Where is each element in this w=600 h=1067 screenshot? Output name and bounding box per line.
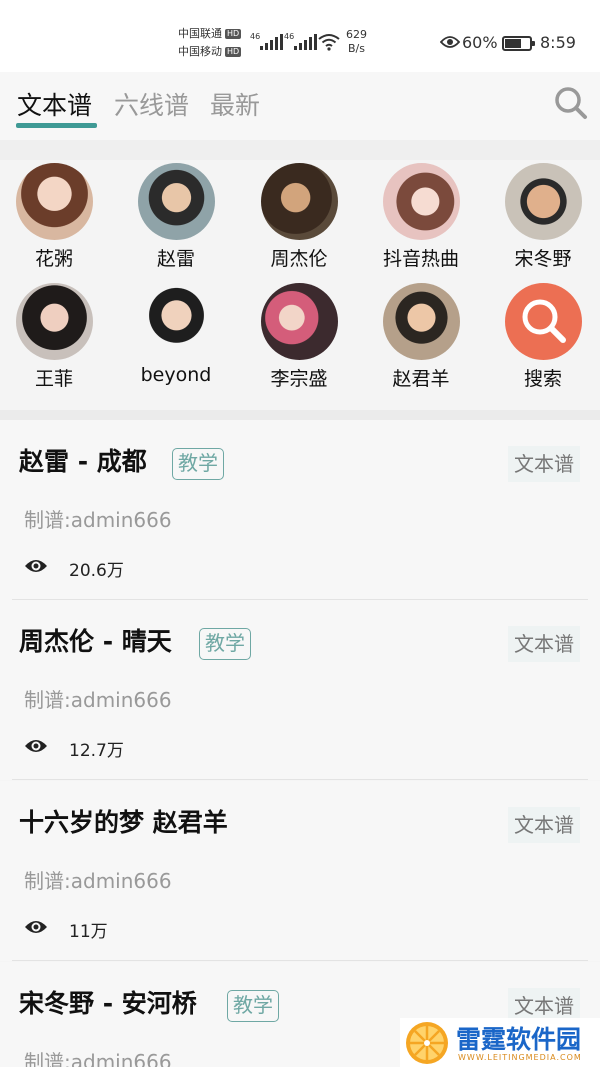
artist-name: 花粥 bbox=[34, 248, 73, 270]
teaching-tag: 教学 bbox=[227, 990, 279, 1022]
active-tab-indicator bbox=[16, 123, 97, 128]
network-speed: 629 B/s bbox=[346, 28, 367, 55]
artist-item[interactable]: 李宗盛 bbox=[249, 283, 349, 391]
header-divider bbox=[0, 140, 600, 160]
avatar bbox=[260, 163, 338, 240]
score-author: 制谱:admin666 bbox=[24, 688, 172, 712]
watermark-url: WWW.LEITINGMEDIA.COM bbox=[458, 1053, 582, 1062]
artist-name: 周杰伦 bbox=[270, 248, 328, 270]
song-title: 赵雷 - 成都 bbox=[19, 447, 147, 476]
avatar bbox=[137, 163, 215, 240]
song-title: 宋冬野 - 安河桥 bbox=[19, 989, 197, 1018]
eye-icon bbox=[25, 560, 47, 572]
watermark-text: 雷霆软件园 bbox=[456, 1025, 582, 1054]
tab-guitar-tab[interactable]: 六线谱 bbox=[114, 86, 189, 122]
artist-name: 搜索 bbox=[523, 368, 562, 390]
tab-text-score[interactable]: 文本谱 bbox=[17, 86, 92, 122]
artist-name: 李宗盛 bbox=[270, 368, 328, 390]
avatar bbox=[382, 283, 460, 360]
score-author: 制谱:admin666 bbox=[24, 508, 172, 532]
artist-name: beyond bbox=[140, 364, 212, 386]
hd-badge-1: HD bbox=[225, 29, 242, 39]
clock: 8:59 bbox=[540, 33, 576, 52]
song-list-item[interactable]: 周杰伦 - 晴天 教学 文本谱 制谱:admin666 12.7万 bbox=[0, 600, 600, 780]
artist-grid: 花粥 赵雷 周杰伦 抖音热曲 宋冬野 王菲 beyond 李宗盛 赵君羊 搜索 bbox=[0, 160, 600, 410]
avatar bbox=[382, 163, 460, 240]
avatar bbox=[137, 283, 215, 360]
battery-percent: 60% bbox=[462, 33, 498, 52]
watermark: 雷霆软件园 WWW.LEITINGMEDIA.COM bbox=[400, 1018, 600, 1067]
artist-item[interactable]: 赵君羊 bbox=[371, 283, 471, 391]
hd-badge-2: HD bbox=[225, 47, 242, 57]
artist-item[interactable]: 王菲 bbox=[4, 283, 104, 391]
song-title: 周杰伦 - 晴天 bbox=[19, 627, 172, 656]
avatar bbox=[15, 283, 93, 360]
eye-comfort-icon bbox=[440, 36, 460, 48]
teaching-tag: 教学 bbox=[199, 628, 251, 660]
orange-slice-logo-icon bbox=[406, 1022, 448, 1064]
score-author: 制谱:admin666 bbox=[24, 1050, 172, 1067]
score-type-badge: 文本谱 bbox=[508, 626, 580, 662]
wifi-icon bbox=[318, 34, 340, 51]
divider bbox=[12, 779, 588, 780]
artist-item[interactable]: 赵雷 bbox=[126, 163, 226, 271]
song-list-item[interactable]: 十六岁的梦 赵君羊 文本谱 制谱:admin666 11万 bbox=[0, 781, 600, 961]
carrier-2: 中国移动 bbox=[178, 45, 222, 58]
divider bbox=[12, 960, 588, 961]
avatar bbox=[260, 283, 338, 360]
section-divider bbox=[0, 410, 600, 420]
score-type-badge: 文本谱 bbox=[508, 446, 580, 482]
search-icon bbox=[504, 283, 582, 360]
eye-icon bbox=[25, 740, 47, 752]
artist-item[interactable]: 宋冬野 bbox=[493, 163, 593, 271]
view-count: 12.7万 bbox=[69, 741, 124, 761]
battery-icon bbox=[502, 36, 535, 51]
song-title: 十六岁的梦 赵君羊 bbox=[19, 808, 228, 837]
tab-latest[interactable]: 最新 bbox=[210, 86, 260, 122]
artist-name: 赵雷 bbox=[156, 248, 195, 270]
artist-name: 宋冬野 bbox=[514, 248, 572, 270]
score-type-badge: 文本谱 bbox=[508, 807, 580, 843]
avatar bbox=[504, 163, 582, 240]
artist-item[interactable]: 花粥 bbox=[4, 163, 104, 271]
view-count: 11万 bbox=[69, 922, 108, 942]
teaching-tag: 教学 bbox=[172, 448, 224, 480]
artist-search-item[interactable]: 搜索 bbox=[493, 283, 593, 391]
top-tab-bar: 文本谱 六线谱 最新 bbox=[0, 72, 600, 140]
status-bar: 中国联通 HD 中国移动 HD 46 46 629 B/s 60% 8:59 bbox=[0, 0, 600, 72]
song-list-item[interactable]: 赵雷 - 成都 教学 文本谱 制谱:admin666 20.6万 bbox=[0, 420, 600, 600]
avatar bbox=[15, 163, 93, 240]
artist-name: 赵君羊 bbox=[392, 368, 450, 390]
carrier-1: 中国联通 bbox=[178, 27, 222, 40]
view-count: 20.6万 bbox=[69, 561, 124, 581]
artist-item[interactable]: 周杰伦 bbox=[249, 163, 349, 271]
carrier-info: 中国联通 HD 中国移动 HD bbox=[178, 25, 242, 61]
artist-item[interactable]: 抖音热曲 bbox=[371, 163, 471, 271]
artist-name: 抖音热曲 bbox=[382, 248, 459, 270]
artist-item[interactable]: beyond bbox=[126, 283, 226, 386]
artist-name: 王菲 bbox=[34, 368, 73, 390]
search-icon[interactable] bbox=[554, 86, 588, 120]
score-author: 制谱:admin666 bbox=[24, 869, 172, 893]
eye-icon bbox=[25, 921, 47, 933]
